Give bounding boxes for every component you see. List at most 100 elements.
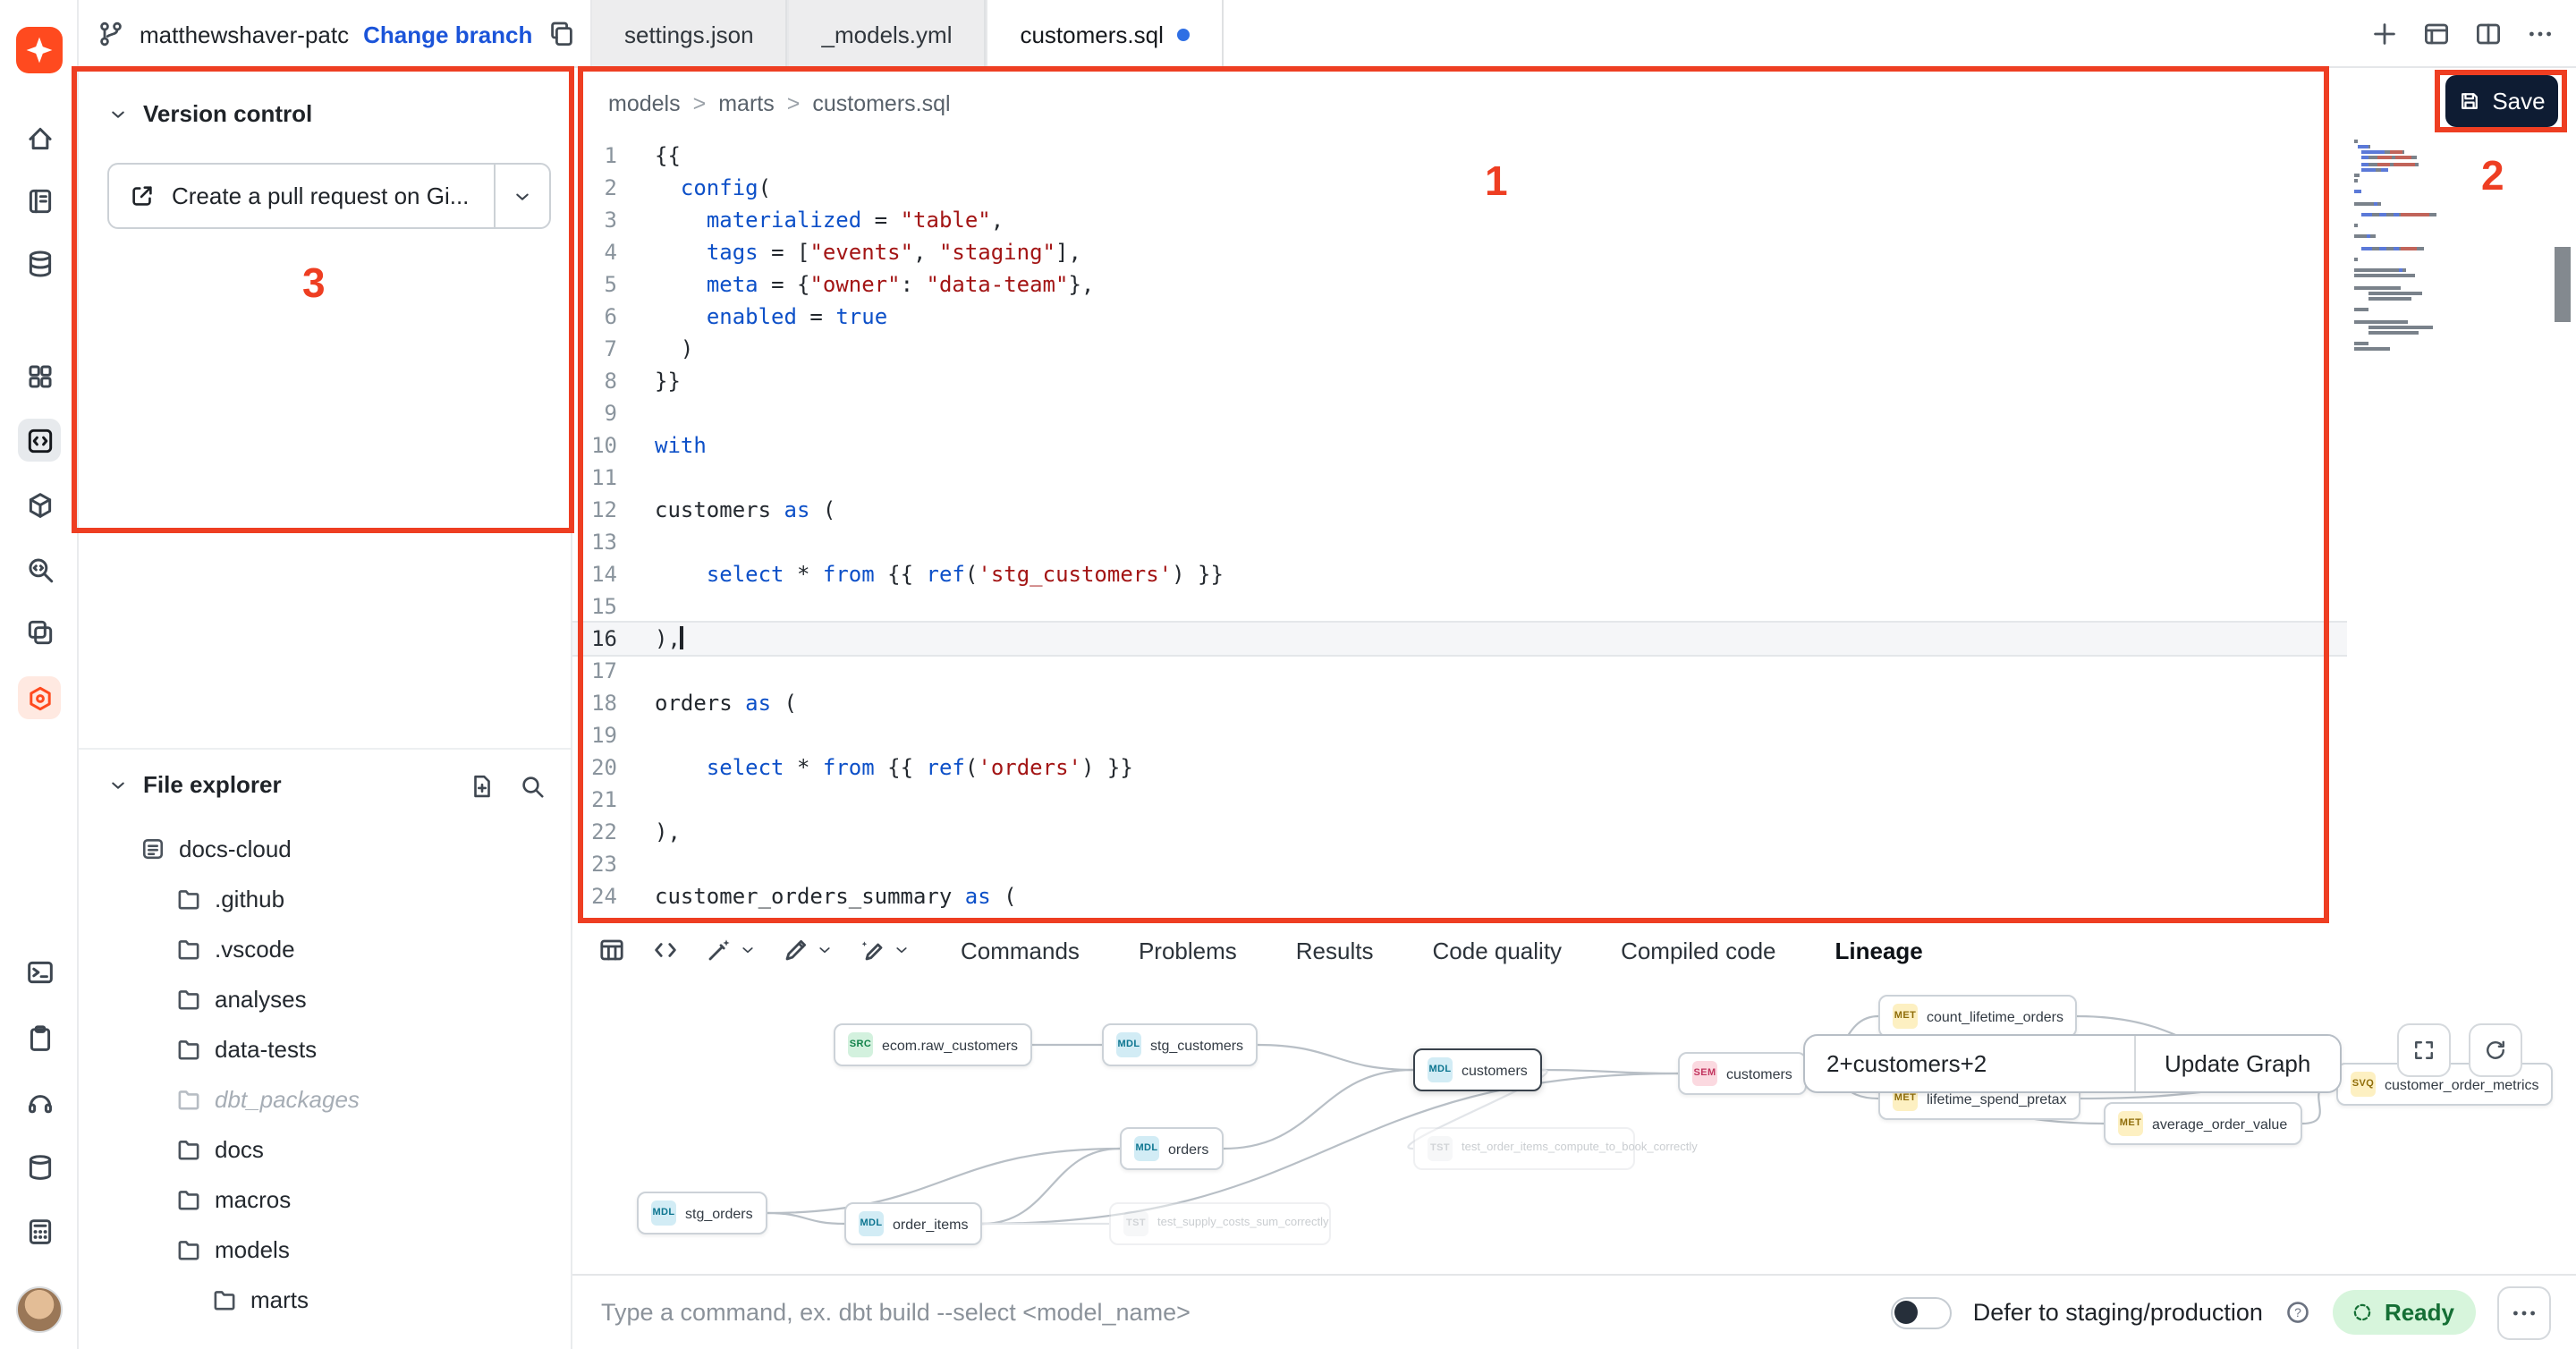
lineage-node-average_order_value[interactable]: METaverage_order_value <box>2104 1102 2301 1145</box>
pr-dropdown-caret[interactable] <box>494 165 549 227</box>
dbt-cloud-icon[interactable] <box>18 676 61 719</box>
results-table-button[interactable] <box>597 936 626 964</box>
clipboard-icon[interactable] <box>18 1016 61 1059</box>
search-files-icon[interactable] <box>519 773 546 800</box>
fullscreen-button[interactable] <box>2397 1023 2451 1077</box>
change-branch-link[interactable]: Change branch <box>363 21 532 47</box>
lineage-node-raw_customers[interactable]: SRCecom.raw_customers <box>834 1023 1032 1066</box>
code-line[interactable]: 13 <box>572 526 2347 558</box>
tab-customers-sql[interactable]: customers.sql <box>986 0 1224 68</box>
chevron-down-icon[interactable] <box>739 941 757 959</box>
tab-problems[interactable]: Problems <box>1139 937 1237 963</box>
more-actions-button[interactable] <box>2497 1285 2551 1339</box>
lineage-node-test_order_items[interactable]: TSTtest_order_items_compute_to_book_corr… <box>1413 1127 1635 1170</box>
file-item-models[interactable]: models <box>79 1224 571 1274</box>
command-input[interactable]: Type a command, ex. dbt build --select <… <box>601 1299 1191 1326</box>
code-line[interactable]: 2 config( <box>572 172 2347 204</box>
version-control-header[interactable]: Version control <box>107 100 312 127</box>
code-area[interactable]: 1{{2 config(3 materialized = "table",4 t… <box>572 140 2347 912</box>
lineage-node-order_items[interactable]: MDLorder_items <box>844 1202 983 1245</box>
new-file-icon[interactable] <box>469 773 496 800</box>
breadcrumb-item[interactable]: marts <box>718 91 775 116</box>
lineage-node-stg_orders[interactable]: MDLstg_orders <box>637 1192 767 1234</box>
code-line[interactable]: 17 <box>572 655 2347 687</box>
editor[interactable]: models>marts>customers.sql 1{{2 config(3… <box>572 68 2576 923</box>
tab-settings-json[interactable]: settings.json <box>590 0 788 68</box>
compare-icon[interactable] <box>18 610 61 653</box>
code-line[interactable]: 21 <box>572 784 2347 816</box>
copy-branch-icon[interactable] <box>547 20 575 48</box>
create-pr-button[interactable]: Create a pull request on Gi... <box>107 163 551 229</box>
panel-layout-icon[interactable] <box>2422 20 2451 48</box>
minimap[interactable] <box>2354 140 2537 353</box>
breadcrumb-item[interactable]: models <box>608 91 681 116</box>
defer-toggle[interactable] <box>1891 1296 1952 1328</box>
breadcrumb-item[interactable]: customers.sql <box>812 91 950 116</box>
file-item--vscode[interactable]: .vscode <box>79 923 571 973</box>
file-item-data-tests[interactable]: data-tests <box>79 1023 571 1073</box>
code-line[interactable]: 12customers as ( <box>572 494 2347 526</box>
file-item--github[interactable]: .github <box>79 873 571 923</box>
file-item-dbt-packages[interactable]: dbt_packages <box>79 1073 571 1124</box>
tab-commands[interactable]: Commands <box>961 937 1080 963</box>
file-item-marts[interactable]: marts <box>79 1274 571 1324</box>
home-icon[interactable] <box>18 116 61 159</box>
support-icon[interactable] <box>18 1081 61 1124</box>
code-view-button[interactable] <box>651 936 680 964</box>
tab-compiled-code[interactable]: Compiled code <box>1621 937 1775 963</box>
lint-button[interactable] <box>782 936 834 964</box>
package-icon[interactable] <box>18 483 61 526</box>
lineage-node-customers_sem[interactable]: SEMcustomers <box>1678 1052 1807 1095</box>
code-line[interactable]: 16), <box>572 623 2347 655</box>
code-line[interactable]: 24customer_orders_summary as ( <box>572 880 2347 912</box>
split-view-icon[interactable] <box>2474 20 2503 48</box>
editor-scrollbar[interactable] <box>2555 247 2571 322</box>
chevron-down-icon[interactable] <box>816 941 834 959</box>
code-line[interactable]: 8}} <box>572 365 2347 397</box>
code-line[interactable]: 20 select * from {{ ref('orders') }} <box>572 751 2347 784</box>
fix-button[interactable] <box>859 936 911 964</box>
update-graph-button[interactable]: Update Graph <box>2134 1036 2339 1091</box>
tab--models-yml[interactable]: _models.yml <box>788 0 987 68</box>
file-item-docs-cloud[interactable]: docs-cloud <box>79 823 571 873</box>
file-item-docs[interactable]: docs <box>79 1124 571 1174</box>
code-line[interactable]: 4 tags = ["events", "staging"], <box>572 236 2347 268</box>
branch-name[interactable]: matthewshaver-patc <box>140 21 349 47</box>
code-line[interactable]: 9 <box>572 397 2347 429</box>
lineage-node-test_supply_costs[interactable]: TSTtest_supply_costs_sum_correctly <box>1109 1202 1331 1245</box>
lineage-node-stg_customers[interactable]: MDLstg_customers <box>1102 1023 1258 1066</box>
new-tab-icon[interactable] <box>2370 20 2399 48</box>
tab-code-quality[interactable]: Code quality <box>1433 937 1563 963</box>
code-line[interactable]: 23 <box>572 848 2347 880</box>
help-icon[interactable]: ? <box>2284 1299 2311 1326</box>
lineage-node-orders[interactable]: MDLorders <box>1120 1127 1223 1170</box>
code-line[interactable]: 22), <box>572 816 2347 848</box>
tab-lineage[interactable]: Lineage <box>1835 937 1923 963</box>
code-line[interactable]: 14 select * from {{ ref('stg_customers')… <box>572 558 2347 590</box>
code-line[interactable]: 11 <box>572 462 2347 494</box>
more-menu-icon[interactable] <box>2526 20 2555 48</box>
lineage-canvas[interactable]: 2+customers+2 Update Graph SRCecom.raw_c… <box>572 977 2576 1274</box>
save-button[interactable]: Save <box>2445 75 2558 127</box>
code-line[interactable]: 1{{ <box>572 140 2347 172</box>
refresh-graph-button[interactable] <box>2469 1023 2522 1077</box>
code-line[interactable]: 10with <box>572 429 2347 462</box>
lineage-select-input[interactable]: 2+customers+2 <box>1805 1036 2134 1091</box>
code-line[interactable]: 18orders as ( <box>572 687 2347 719</box>
chevron-down-icon[interactable] <box>893 941 911 959</box>
storage-icon[interactable] <box>18 1145 61 1188</box>
apps-grid-icon[interactable] <box>18 354 61 397</box>
dbt-logo[interactable] <box>16 27 63 73</box>
format-button[interactable] <box>705 936 757 964</box>
code-line[interactable]: 19 <box>572 719 2347 751</box>
terminal-icon[interactable] <box>18 950 61 993</box>
file-item-macros[interactable]: macros <box>79 1174 571 1224</box>
file-item-analyses[interactable]: analyses <box>79 973 571 1023</box>
code-line[interactable]: 15 <box>572 590 2347 623</box>
code-line[interactable]: 3 materialized = "table", <box>572 204 2347 236</box>
database-icon[interactable] <box>18 242 61 284</box>
lineage-node-customers_model[interactable]: MDLcustomers <box>1413 1048 1542 1091</box>
tab-results[interactable]: Results <box>1296 937 1374 963</box>
code-line[interactable]: 7 ) <box>572 333 2347 365</box>
notebook-icon[interactable] <box>18 179 61 222</box>
